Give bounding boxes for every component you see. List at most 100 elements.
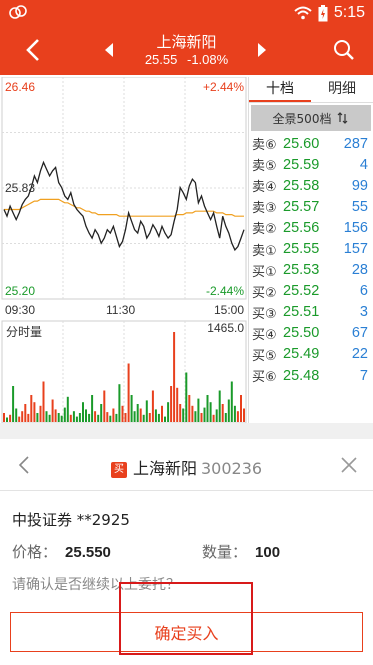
wifi-icon xyxy=(294,6,312,20)
book-vol: 4 xyxy=(359,156,368,173)
book-side: 买⑤ xyxy=(252,348,277,364)
divider xyxy=(0,423,373,439)
account-label: 中投证券 **2925 xyxy=(12,511,130,529)
volume-bar xyxy=(66,396,69,422)
book-vol: 99 xyxy=(351,177,368,194)
volume-bar xyxy=(161,405,163,422)
price-value: 25.550 xyxy=(65,544,111,561)
volume-bar xyxy=(91,395,94,422)
volume-bar xyxy=(97,414,100,422)
confirm-buy-button[interactable]: 确定买入 xyxy=(10,612,363,652)
book-side: 卖⑥ xyxy=(252,138,277,154)
quantity-row: 数量： 100 xyxy=(202,541,280,562)
book-row[interactable]: 卖② 25.56 156 xyxy=(249,217,373,238)
book-row[interactable]: 买⑥ 25.48 7 xyxy=(249,365,373,386)
volume-bar xyxy=(136,404,139,422)
volume-bar xyxy=(230,381,233,422)
dialog-title: 买上海新阳 300236 xyxy=(0,455,373,479)
volume-bar xyxy=(130,395,133,422)
volume-bar xyxy=(72,411,75,422)
book-price: 25.58 xyxy=(283,177,320,194)
order-book: 十档 明细 全景500档 卖⑥ 25.60 287 卖⑤ 25.59 4 卖④ 25.58 99… xyxy=(248,77,373,423)
volume-bar xyxy=(227,399,230,422)
volume-bar xyxy=(145,400,148,422)
volume-bar xyxy=(124,413,127,422)
book-row[interactable]: 卖④ 25.58 99 xyxy=(249,175,373,196)
book-side: 卖③ xyxy=(252,201,277,217)
mid-price-label: 25.83 xyxy=(5,181,36,195)
volume-bar xyxy=(191,405,194,422)
book-tabs: 十档 明细 xyxy=(249,77,373,103)
stock-title: 上海新阳 xyxy=(156,33,217,51)
volume-bar xyxy=(42,381,45,422)
volume-bar xyxy=(157,413,160,422)
nav-bar: 上海新阳 25.55 -1.08% xyxy=(0,25,373,75)
book-price: 25.48 xyxy=(283,367,320,384)
volume-bar xyxy=(148,413,151,422)
volume-bar xyxy=(179,404,182,422)
volume-bar xyxy=(60,415,63,422)
book-row[interactable]: 买④ 25.50 67 xyxy=(249,323,373,344)
volume-bar xyxy=(212,414,215,422)
full-depth-button[interactable]: 全景500档 xyxy=(251,105,371,131)
book-side: 买② xyxy=(252,285,277,301)
book-vol: 157 xyxy=(343,241,368,258)
volume-bar xyxy=(30,395,33,422)
book-price: 25.56 xyxy=(283,219,320,236)
volume-bar xyxy=(6,417,8,422)
book-row[interactable]: 卖⑥ 25.60 287 xyxy=(249,133,373,154)
search-icon[interactable] xyxy=(333,39,355,61)
book-vol: 156 xyxy=(343,219,368,236)
book-row[interactable]: 卖⑤ 25.59 4 xyxy=(249,154,373,175)
dialog-header: 买上海新阳 300236 xyxy=(0,439,373,491)
book-side: 卖② xyxy=(252,222,277,238)
confirm-question: 请确认是否继续以上委托？ xyxy=(12,577,180,593)
book-price: 25.60 xyxy=(283,135,320,152)
book-row[interactable]: 卖③ 25.57 55 xyxy=(249,196,373,217)
time-start-label: 09:30 xyxy=(5,303,36,317)
chart-canvas xyxy=(1,77,247,423)
book-row[interactable]: 买② 25.52 6 xyxy=(249,281,373,302)
volume-bar xyxy=(167,402,170,422)
volume-bar xyxy=(240,395,242,422)
next-stock-icon[interactable] xyxy=(257,43,266,57)
price-label: 价格： xyxy=(12,543,58,561)
volume-bar xyxy=(218,390,221,422)
volume-bar xyxy=(36,413,39,422)
volume-bar xyxy=(24,404,27,422)
volume-bar xyxy=(194,411,197,422)
book-price: 25.57 xyxy=(283,198,320,215)
volume-bar xyxy=(215,409,218,422)
book-row[interactable]: 卖① 25.55 157 xyxy=(249,238,373,259)
volume-bar xyxy=(100,404,103,422)
book-price: 25.59 xyxy=(283,156,320,173)
volume-bar xyxy=(69,414,72,422)
book-price: 25.52 xyxy=(283,283,320,300)
price-row: 价格： 25.550 xyxy=(12,541,111,562)
quantity-value: 100 xyxy=(255,544,281,561)
volume-bar xyxy=(127,363,130,422)
volume-bar xyxy=(82,402,84,422)
book-side: 卖④ xyxy=(252,180,277,196)
tab-details[interactable]: 明细 xyxy=(311,77,373,102)
volume-bar xyxy=(206,395,209,422)
stock-change: -1.08% xyxy=(186,52,229,67)
volume-bar xyxy=(27,413,30,422)
clock: 5:15 xyxy=(333,4,365,21)
book-row[interactable]: 买① 25.53 28 xyxy=(249,260,373,281)
book-row[interactable]: 买⑤ 25.49 22 xyxy=(249,344,373,365)
book-price: 25.51 xyxy=(283,304,320,321)
book-row[interactable]: 买③ 25.51 3 xyxy=(249,302,373,323)
battery-icon xyxy=(318,4,328,21)
stock-quote: 25.55 -1.08% xyxy=(0,52,373,67)
tab-ten-levels[interactable]: 十档 xyxy=(249,77,311,102)
volume-bar xyxy=(106,412,109,422)
book-side: 买④ xyxy=(252,327,277,343)
time-mid-label: 11:30 xyxy=(106,303,136,317)
close-icon[interactable] xyxy=(341,457,357,473)
book-vol: 67 xyxy=(351,325,368,342)
volume-bar xyxy=(118,384,121,422)
volume-bar xyxy=(112,408,115,422)
book-rows: 卖⑥ 25.60 287 卖⑤ 25.59 4 卖④ 25.58 99 卖③ 25.57 55 卖② 25… xyxy=(249,133,373,386)
intraday-chart[interactable]: 26.46 +2.44% 25.83 25.20 -2.44% 09:30 11… xyxy=(0,77,248,423)
